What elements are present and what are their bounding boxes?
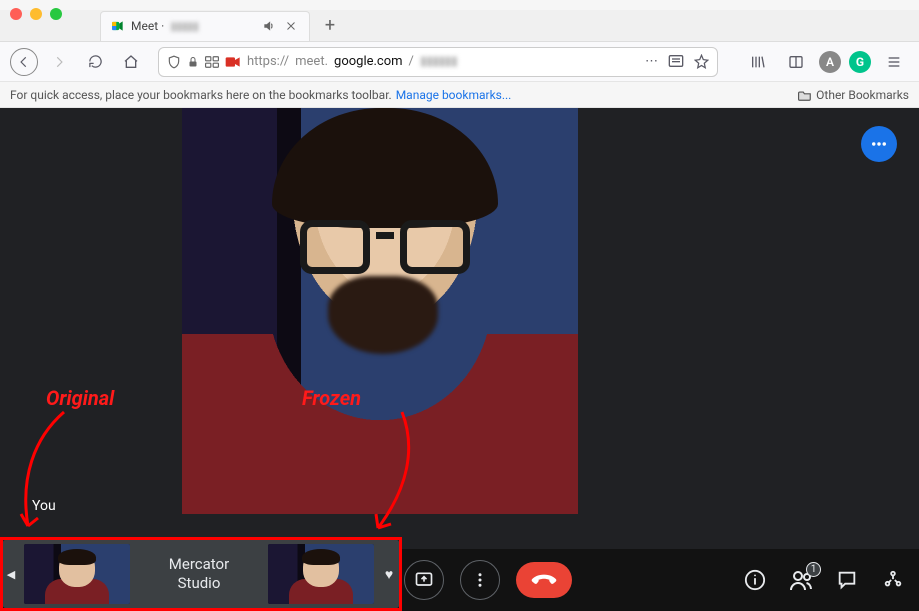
grammarly-badge[interactable]: G bbox=[849, 51, 871, 73]
tab-meet[interactable]: Meet · ▮▮▮▮▮ bbox=[100, 11, 310, 41]
tab-title-prefix: Meet · bbox=[131, 19, 164, 33]
other-bookmarks-button[interactable]: Other Bookmarks bbox=[798, 88, 909, 102]
studio-title-line1: Mercator bbox=[134, 555, 264, 574]
account-badge[interactable]: A bbox=[819, 51, 841, 73]
participants-button[interactable]: 1 bbox=[789, 568, 813, 592]
hangup-button[interactable] bbox=[516, 562, 572, 598]
activities-button[interactable] bbox=[881, 568, 905, 592]
meeting-details-button[interactable] bbox=[743, 568, 767, 592]
bookmarks-bar: For quick access, place your bookmarks h… bbox=[0, 82, 919, 108]
app-menu-icon[interactable] bbox=[879, 47, 909, 77]
tab-close-icon[interactable] bbox=[283, 18, 299, 34]
lock-icon[interactable] bbox=[187, 56, 199, 68]
window-close-dot[interactable] bbox=[10, 8, 22, 20]
annotation-arrow-original bbox=[14, 408, 84, 538]
manage-bookmarks-link[interactable]: Manage bookmarks... bbox=[396, 88, 512, 102]
present-button[interactable] bbox=[404, 560, 444, 600]
library-icon[interactable] bbox=[743, 47, 773, 77]
participant-count-badge: 1 bbox=[806, 562, 821, 577]
self-view-label: You bbox=[32, 498, 56, 514]
bookmark-star-icon[interactable] bbox=[694, 54, 709, 69]
window-controls bbox=[0, 0, 919, 10]
main-video-feed[interactable] bbox=[182, 108, 578, 514]
studio-title-line2: Studio bbox=[134, 574, 264, 593]
mercator-studio-panel: ◀ Mercator Studio ♥ bbox=[2, 539, 400, 609]
url-host-prefix: meet. bbox=[295, 54, 328, 69]
studio-favorite-button[interactable]: ♥ bbox=[378, 566, 400, 583]
reload-button[interactable] bbox=[80, 47, 110, 77]
new-tab-button[interactable]: + bbox=[318, 15, 342, 36]
bookmarks-hint-text: For quick access, place your bookmarks h… bbox=[10, 88, 392, 102]
studio-thumb-original[interactable] bbox=[24, 544, 130, 604]
studio-title: Mercator Studio bbox=[134, 555, 264, 593]
studio-thumb-frozen[interactable] bbox=[268, 544, 374, 604]
folder-icon bbox=[798, 89, 812, 101]
reader-mode-icon[interactable] bbox=[668, 54, 684, 69]
forward-button bbox=[44, 47, 74, 77]
url-scheme: https:// bbox=[247, 54, 289, 69]
home-button[interactable] bbox=[116, 47, 146, 77]
window-minimize-dot[interactable] bbox=[30, 8, 42, 20]
more-options-button[interactable] bbox=[460, 560, 500, 600]
shield-icon[interactable] bbox=[167, 55, 181, 69]
url-host-domain: google.com bbox=[334, 54, 403, 69]
nav-toolbar: https:// meet. google.com / ▮▮▮▮▮▮ ⋯ A G bbox=[0, 42, 919, 82]
studio-collapse-toggle[interactable]: ◀ bbox=[2, 568, 20, 581]
tab-strip: Meet · ▮▮▮▮▮ + bbox=[0, 10, 919, 42]
camera-icon[interactable] bbox=[225, 56, 241, 68]
page-actions-icon[interactable]: ⋯ bbox=[645, 54, 658, 69]
video-person bbox=[182, 108, 578, 514]
permissions-icon[interactable] bbox=[205, 56, 219, 68]
url-path-obscured: ▮▮▮▮▮▮ bbox=[420, 54, 457, 69]
url-path-slash: / bbox=[409, 54, 414, 69]
other-bookmarks-label: Other Bookmarks bbox=[816, 88, 909, 102]
window-maximize-dot[interactable] bbox=[50, 8, 62, 20]
annotation-label-original: Original bbox=[46, 386, 114, 410]
meet-options-button[interactable] bbox=[861, 126, 897, 162]
meet-favicon bbox=[111, 19, 125, 33]
tab-audio-icon[interactable] bbox=[261, 18, 277, 34]
tab-title-obscured: ▮▮▮▮▮ bbox=[170, 19, 198, 33]
url-bar[interactable]: https:// meet. google.com / ▮▮▮▮▮▮ ⋯ bbox=[158, 47, 718, 77]
meet-app: You ◀ Mercator Studio ♥ CC bbox=[0, 108, 919, 611]
back-button[interactable] bbox=[10, 48, 38, 76]
sidebar-icon[interactable] bbox=[781, 47, 811, 77]
chat-button[interactable] bbox=[835, 568, 859, 592]
